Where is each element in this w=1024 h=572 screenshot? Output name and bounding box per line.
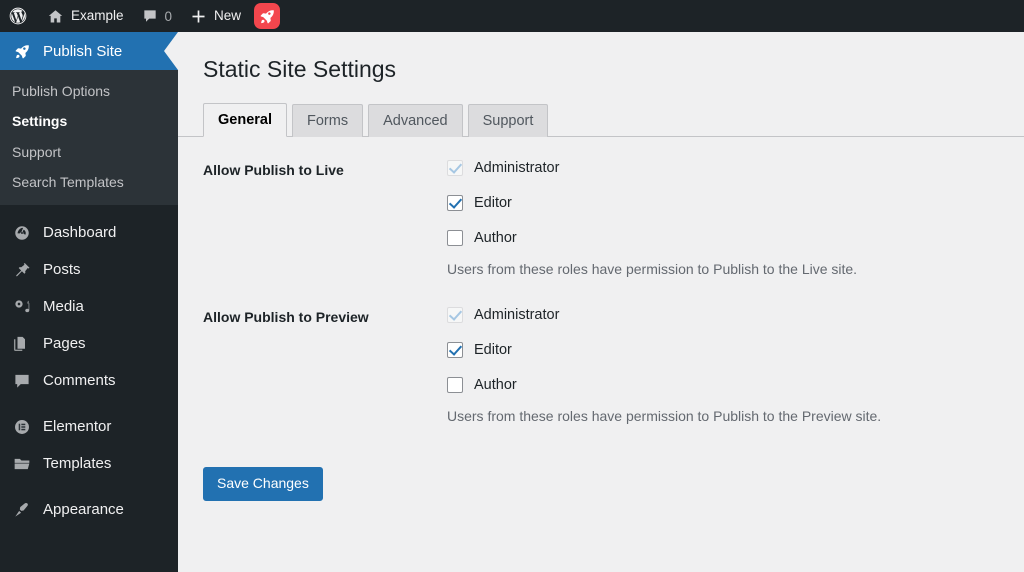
sidebar-item-elementor[interactable]: Elementor [0, 408, 178, 445]
comments-button[interactable]: 0 [133, 0, 182, 32]
save-changes-button[interactable]: Save Changes [203, 466, 323, 501]
sidebar-item-posts[interactable]: Posts [0, 251, 178, 288]
folder-icon [12, 455, 32, 473]
checkbox-row-author[interactable]: Author [447, 374, 999, 396]
field-label: Allow Publish to Live [203, 161, 344, 178]
sidebar-item-label: Comments [43, 372, 116, 390]
new-content-label: New [214, 8, 242, 24]
sidebar-item-label: Posts [43, 261, 81, 279]
sidebar-item-label: Media [43, 298, 84, 316]
checkbox-label: Editor [474, 341, 512, 358]
checkbox-administrator [447, 159, 463, 176]
sidebar-item-templates[interactable]: Templates [0, 445, 178, 482]
sidebar-item-comments[interactable]: Comments [0, 362, 178, 399]
checkbox-row-editor[interactable]: Editor [447, 192, 999, 214]
field-body: Administrator Editor Author Users from t… [447, 304, 999, 427]
admin-bar: Example 0 New [0, 0, 1024, 32]
field-allow-publish-to-live: Allow Publish to Live Administrator Edit… [203, 157, 999, 280]
wordpress-logo-icon [8, 6, 28, 26]
sidebar-item-label: Appearance [43, 501, 124, 519]
menu-separator [0, 399, 178, 409]
sidebar-submenu: Publish Options Settings Support Search … [0, 70, 178, 206]
field-label: Allow Publish to Preview [203, 308, 369, 325]
site-name-button[interactable]: Example [38, 0, 133, 32]
plus-icon [190, 8, 207, 25]
sidebar-item-label: Pages [43, 335, 86, 353]
pin-icon [12, 261, 32, 279]
comments-count: 0 [164, 8, 173, 24]
sidebar-item-label: Templates [43, 455, 112, 473]
admin-sidebar: Publish Site Publish Options Settings Su… [0, 32, 178, 572]
home-icon [47, 8, 64, 25]
checkbox-editor[interactable] [447, 341, 463, 358]
pages-icon [12, 335, 32, 353]
publish-site-badge-button[interactable] [254, 3, 281, 29]
field-description: Users from these roles have permission t… [447, 407, 882, 424]
active-menu-arrow-icon [164, 32, 178, 70]
sidebar-item-dashboard[interactable]: Dashboard [0, 214, 178, 251]
media-icon [12, 298, 32, 316]
main-content: Static Site Settings General Forms Advan… [178, 32, 1024, 572]
checkbox-label: Author [474, 376, 517, 393]
page-title: Static Site Settings [203, 56, 397, 82]
checkbox-administrator [447, 306, 463, 323]
checkbox-editor[interactable] [447, 194, 463, 211]
new-content-button[interactable]: New [181, 0, 250, 32]
tab-forms[interactable]: Forms [292, 103, 364, 137]
sidebar-item-label: Dashboard [43, 224, 117, 242]
site-name-label: Example [71, 8, 124, 24]
checkbox-label: Administrator [474, 159, 560, 176]
wordpress-logo-button[interactable] [0, 0, 38, 32]
paintbrush-icon [12, 501, 32, 519]
sidebar-item-label: Publish Site [43, 42, 123, 60]
settings-tabs: General Forms Advanced Support [178, 101, 1024, 137]
sidebar-item-publish-site[interactable]: Publish Site [0, 32, 178, 70]
menu-separator [0, 482, 178, 492]
checkbox-row-editor[interactable]: Editor [447, 339, 999, 361]
sidebar-item-media[interactable]: Media [0, 288, 178, 325]
settings-form: Allow Publish to Live Administrator Edit… [178, 157, 1024, 427]
checkbox-label: Author [474, 229, 517, 246]
checkbox-author[interactable] [447, 376, 463, 393]
rocket-icon [259, 8, 276, 25]
tab-support[interactable]: Support [467, 103, 549, 137]
sidebar-item-label: Elementor [43, 418, 112, 436]
checkbox-label: Editor [474, 194, 512, 211]
checkbox-row-administrator[interactable]: Administrator [447, 304, 999, 326]
rocket-icon [12, 43, 32, 60]
comment-icon [12, 372, 32, 390]
checkbox-author[interactable] [447, 229, 463, 246]
sidebar-item-pages[interactable]: Pages [0, 325, 178, 362]
sidebar-item-appearance[interactable]: Appearance [0, 491, 178, 528]
field-description: Users from these roles have permission t… [447, 260, 858, 277]
field-allow-publish-to-preview: Allow Publish to Preview Administrator E… [203, 304, 999, 427]
tab-advanced[interactable]: Advanced [368, 103, 463, 137]
comment-bubble-icon [142, 8, 158, 24]
submenu-item-settings[interactable]: Settings [0, 106, 178, 136]
field-body: Administrator Editor Author Users from t… [447, 157, 999, 280]
submenu-item-publish-options[interactable]: Publish Options [0, 76, 178, 106]
submenu-item-support[interactable]: Support [0, 137, 178, 167]
elementor-icon [12, 418, 32, 436]
checkbox-row-administrator[interactable]: Administrator [447, 157, 999, 179]
submenu-item-search-templates[interactable]: Search Templates [0, 167, 178, 197]
tab-general[interactable]: General [203, 102, 287, 137]
checkbox-label: Administrator [474, 306, 560, 323]
dashboard-icon [12, 224, 32, 242]
checkbox-row-author[interactable]: Author [447, 227, 999, 249]
menu-separator [0, 205, 178, 215]
submit-area: Save Changes [178, 451, 1024, 501]
